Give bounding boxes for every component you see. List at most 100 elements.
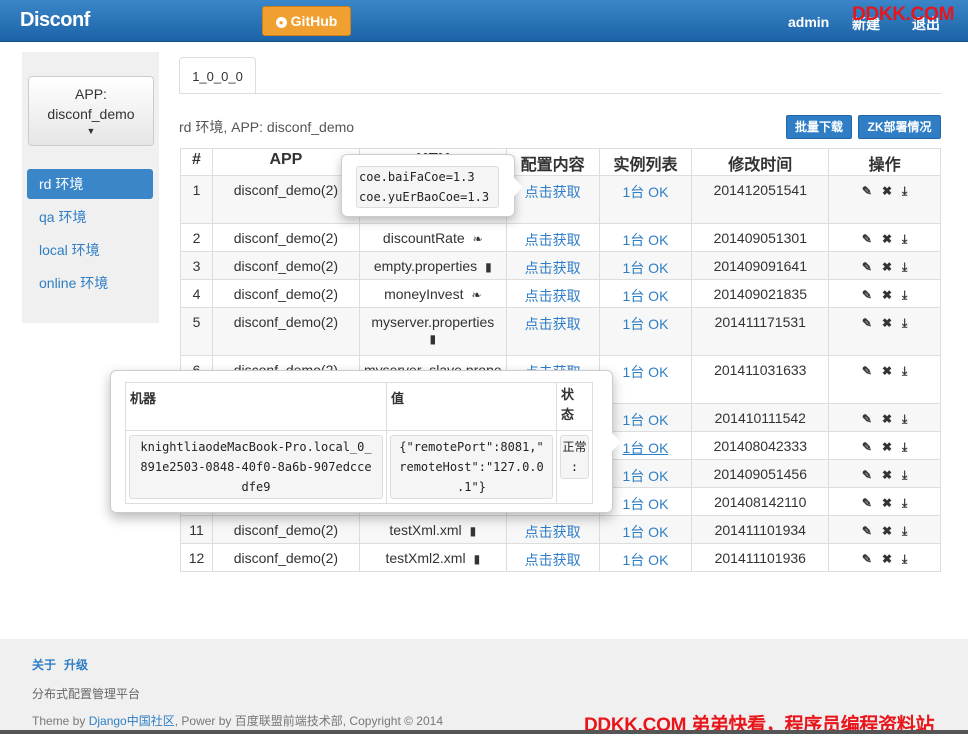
row-no: 1 bbox=[180, 175, 213, 224]
download-icon[interactable]: ⤓ bbox=[902, 524, 907, 539]
edit-icon[interactable]: ✎ bbox=[862, 468, 872, 482]
sidebar-item-rd[interactable]: rd 环境 bbox=[27, 169, 153, 199]
instances-link[interactable]: 1台 OK bbox=[598, 543, 693, 572]
key-label: discountRate bbox=[382, 230, 465, 246]
col-time: 修改时间 bbox=[691, 148, 830, 176]
batch-download-button[interactable]: 批量下载 bbox=[786, 115, 852, 139]
download-icon[interactable]: ⤓ bbox=[902, 552, 907, 567]
delete-icon[interactable]: ✖ bbox=[882, 288, 892, 302]
delete-icon[interactable]: ✖ bbox=[882, 364, 892, 378]
value-code: {"remotePort":8081," remoteHost":"127.0.0… bbox=[390, 435, 553, 499]
github-icon: ● bbox=[275, 16, 287, 28]
key-label: myserver.properties bbox=[371, 314, 495, 330]
edit-icon[interactable]: ✎ bbox=[862, 524, 872, 538]
delete-icon[interactable]: ✖ bbox=[882, 260, 892, 274]
config-line: coe.yuErBaoCoe=1.3 bbox=[359, 190, 490, 204]
leaf-icon: ❧ bbox=[471, 288, 482, 302]
download-icon[interactable]: ⤓ bbox=[902, 468, 907, 483]
edit-icon[interactable]: ✎ bbox=[862, 496, 872, 510]
github-label: GitHub bbox=[290, 13, 338, 29]
row-key: discountRate ❧ bbox=[358, 223, 507, 252]
delete-icon[interactable]: ✖ bbox=[882, 412, 892, 426]
fetch-content-link[interactable]: 点击获取 bbox=[505, 279, 600, 308]
download-icon[interactable]: ⤓ bbox=[902, 412, 907, 427]
sidebar-item-local[interactable]: local 环境 bbox=[27, 235, 153, 265]
sidebar-item-qa[interactable]: qa 环境 bbox=[27, 202, 153, 232]
brand-logo[interactable]: Disconf bbox=[20, 9, 90, 32]
fetch-content-link[interactable]: 点击获取 bbox=[505, 251, 600, 280]
download-icon[interactable]: ⤓ bbox=[902, 496, 907, 511]
table-row: 2 disconf_demo(2) discountRate ❧ 点击获取 1台 … bbox=[180, 223, 941, 252]
fetch-content-link[interactable]: 点击获取 bbox=[505, 543, 600, 572]
edit-icon[interactable]: ✎ bbox=[862, 316, 872, 330]
tab-version[interactable]: 1_0_0_0 bbox=[179, 57, 256, 94]
instances-link[interactable]: 1台 OK bbox=[598, 223, 693, 252]
col-no: # bbox=[180, 148, 213, 176]
value-line: {"remotePort":8081," bbox=[399, 440, 544, 454]
row-time: 201411101936 bbox=[691, 543, 830, 572]
download-icon[interactable]: ⤓ bbox=[902, 232, 907, 247]
row-no: 5 bbox=[180, 307, 213, 356]
download-icon[interactable]: ⤓ bbox=[902, 440, 907, 455]
edit-icon[interactable]: ✎ bbox=[862, 440, 872, 454]
about-link[interactable]: 关于 bbox=[32, 658, 56, 672]
row-app: disconf_demo(2) bbox=[211, 543, 360, 572]
download-icon[interactable]: ⤓ bbox=[902, 184, 907, 199]
instances-link[interactable]: 1台 OK bbox=[598, 175, 693, 224]
edit-icon[interactable]: ✎ bbox=[862, 260, 872, 274]
edit-icon[interactable]: ✎ bbox=[862, 364, 872, 378]
delete-icon[interactable]: ✖ bbox=[882, 184, 892, 198]
col-machine: 机器 bbox=[125, 382, 387, 431]
machine-cell: knightliaodeMacBook-Pro.local_0_ 891e2503… bbox=[125, 430, 387, 504]
delete-icon[interactable]: ✖ bbox=[882, 552, 892, 566]
instances-popover: 机器 值 状态 knightliaodeMacBook-Pro.local_0_… bbox=[110, 370, 621, 513]
delete-icon[interactable]: ✖ bbox=[882, 440, 892, 454]
download-icon[interactable]: ⤓ bbox=[902, 260, 907, 275]
instances-link[interactable]: 1台 OK bbox=[598, 515, 693, 544]
row-time: 201411171531 bbox=[691, 307, 830, 356]
sidebar: APP: disconf_demo ▼ rd 环境 qa 环境 local 环境… bbox=[22, 52, 159, 323]
row-key: testXml.xml ▮ bbox=[358, 515, 507, 544]
bottom-bar bbox=[0, 730, 968, 734]
delete-icon[interactable]: ✖ bbox=[882, 524, 892, 538]
instances-link[interactable]: 1台 OK bbox=[598, 279, 693, 308]
row-actions: ✎ ✖ ⤓ bbox=[828, 279, 941, 308]
fetch-content-link[interactable]: 点击获取 bbox=[505, 223, 600, 252]
github-button[interactable]: ● GitHub bbox=[262, 6, 351, 36]
delete-icon[interactable]: ✖ bbox=[882, 468, 892, 482]
sidebar-item-online[interactable]: online 环境 bbox=[27, 268, 153, 298]
edit-icon[interactable]: ✎ bbox=[862, 288, 872, 302]
row-actions: ✎ ✖ ⤓ bbox=[828, 175, 941, 224]
app-select-label: APP: bbox=[75, 86, 107, 102]
table-row: 3 disconf_demo(2) empty.properties ▮ 点击获取… bbox=[180, 251, 941, 280]
value-cell: {"remotePort":8081," remoteHost":"127.0.0… bbox=[386, 430, 557, 504]
download-icon[interactable]: ⤓ bbox=[902, 288, 907, 303]
upgrade-link[interactable]: 升级 bbox=[64, 658, 88, 672]
delete-icon[interactable]: ✖ bbox=[882, 232, 892, 246]
row-actions: ✎ ✖ ⤓ bbox=[828, 307, 941, 356]
app-select-value: disconf_demo bbox=[47, 106, 135, 122]
row-actions: ✎ ✖ ⤓ bbox=[828, 251, 941, 280]
file-icon: ▮ bbox=[473, 552, 481, 566]
delete-icon[interactable]: ✖ bbox=[882, 316, 892, 330]
instances-link[interactable]: 1台 OK bbox=[598, 251, 693, 280]
app-select-button[interactable]: APP: disconf_demo ▼ bbox=[28, 76, 154, 146]
row-app: disconf_demo(2) bbox=[211, 279, 360, 308]
delete-icon[interactable]: ✖ bbox=[882, 496, 892, 510]
row-time: 201409051456 bbox=[691, 459, 830, 488]
fetch-content-link[interactable]: 点击获取 bbox=[505, 515, 600, 544]
instances-link[interactable]: 1台 OK bbox=[598, 307, 693, 356]
edit-icon[interactable]: ✎ bbox=[862, 232, 872, 246]
edit-icon[interactable]: ✎ bbox=[862, 184, 872, 198]
zk-status-button[interactable]: ZK部署情况 bbox=[858, 115, 941, 139]
download-icon[interactable]: ⤓ bbox=[902, 364, 907, 379]
col-app: APP bbox=[211, 148, 360, 176]
user-menu[interactable]: admin bbox=[788, 14, 829, 30]
fetch-content-link[interactable]: 点击获取 bbox=[505, 307, 600, 356]
row-time: 201408142110 bbox=[691, 487, 830, 516]
edit-icon[interactable]: ✎ bbox=[862, 552, 872, 566]
django-link[interactable]: Django中国社区 bbox=[89, 714, 175, 728]
download-icon[interactable]: ⤓ bbox=[902, 316, 907, 331]
edit-icon[interactable]: ✎ bbox=[862, 412, 872, 426]
col-status: 状态 bbox=[556, 382, 593, 431]
